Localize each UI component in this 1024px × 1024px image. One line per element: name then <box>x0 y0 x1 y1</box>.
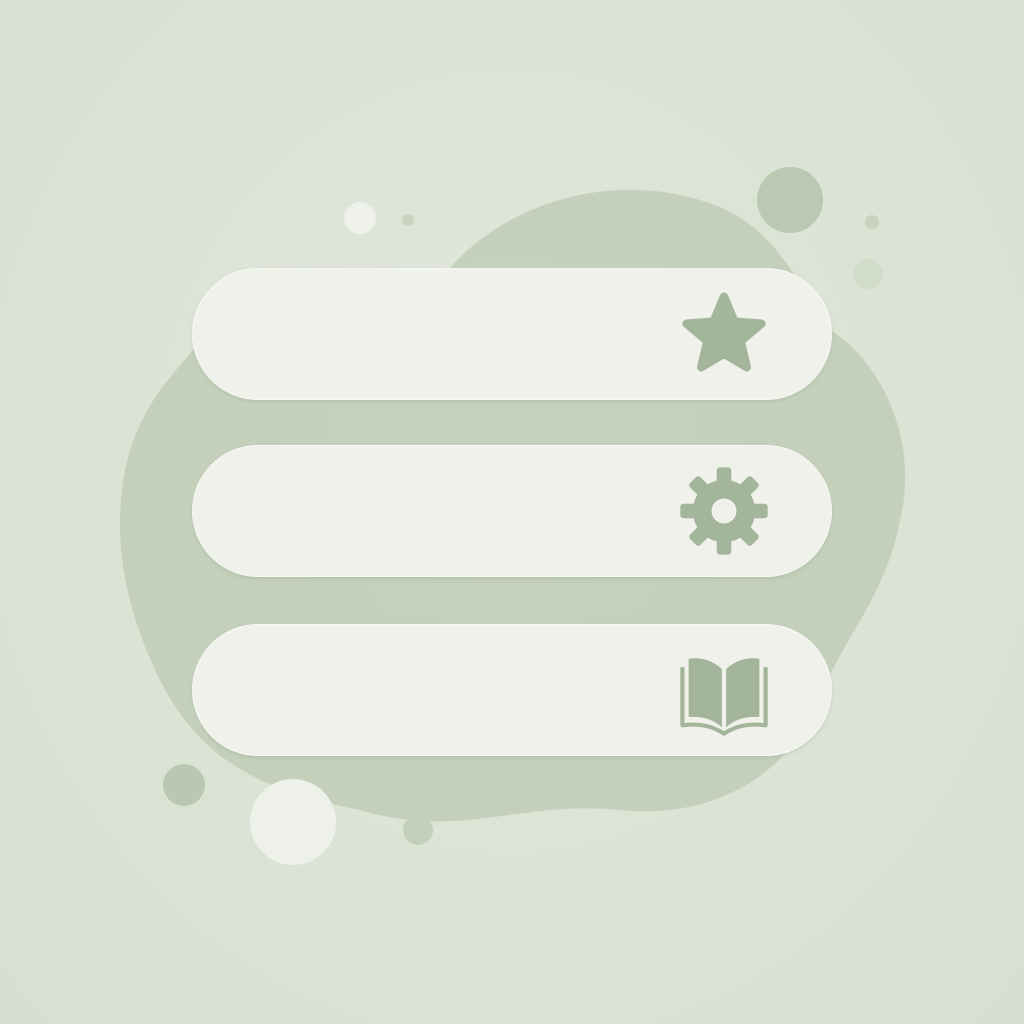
bubble <box>757 167 823 233</box>
bubble <box>853 259 883 289</box>
illustration-canvas <box>0 0 1024 1024</box>
bubble <box>344 202 376 234</box>
bubble <box>250 779 336 865</box>
menu-item-settings[interactable] <box>192 445 832 577</box>
gear-icon <box>672 459 776 563</box>
menu-item-favorites[interactable] <box>192 268 832 400</box>
bubble <box>163 764 205 806</box>
open-book-icon <box>672 638 776 742</box>
menu-item-library[interactable] <box>192 624 832 756</box>
star-icon <box>672 282 776 386</box>
bubble <box>403 815 433 845</box>
bubble <box>402 214 414 226</box>
bubble <box>865 215 879 229</box>
